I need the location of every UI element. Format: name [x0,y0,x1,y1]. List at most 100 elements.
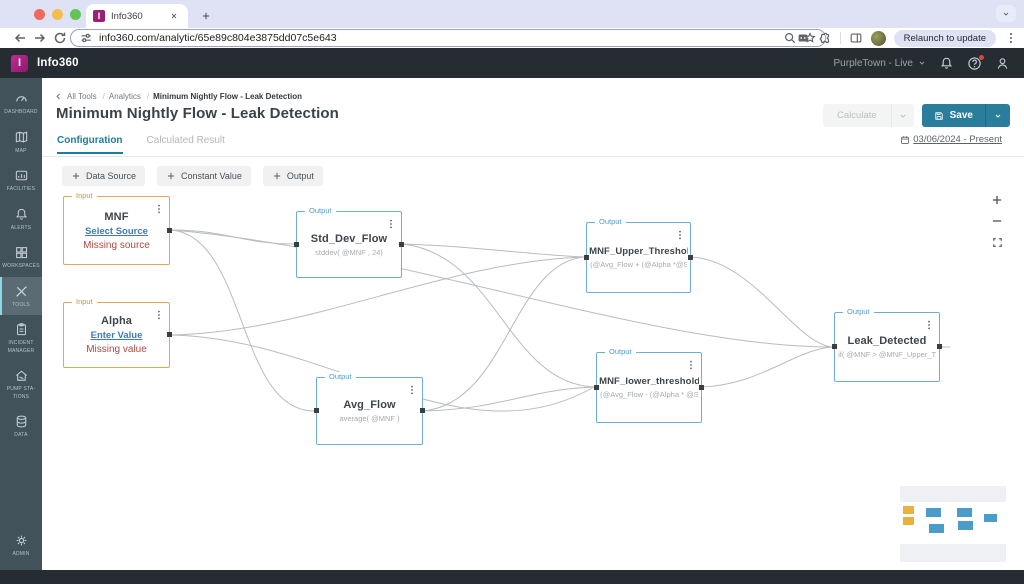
node-menu-kebab-icon[interactable] [674,228,686,242]
browser-extension-icon[interactable] [796,31,810,45]
select-source-link[interactable]: Select Source [85,226,148,237]
minimap-node-lower [958,521,973,530]
node-mnf[interactable]: Input MNF Select Source Missing source [63,191,172,265]
node-kind-label: Output [605,347,636,356]
node-mnf-upper-threshold[interactable]: Output MNF_Upper_Threshold (@Avg_Flow + … [584,217,693,293]
workspaces-grid-icon [15,247,27,259]
site-settings-icon[interactable] [79,31,93,45]
sidebar-item-label: INCIDENT MANAGER [7,340,35,354]
help-badge-dot [979,54,984,60]
info360-logo[interactable]: I [11,54,28,72]
sidebar-item-label: FACILITIES [6,186,36,192]
sidebar-item-tools[interactable]: TOOLS [0,276,42,315]
browser-profile-avatar[interactable] [870,30,886,46]
node-menu-kebab-icon[interactable] [153,202,165,216]
node-leak-detected[interactable]: Output Leak_Detected if( @MNF > @MNF_Upp… [832,307,942,382]
input-port[interactable] [294,241,299,247]
window-footer-bar [0,570,1024,584]
sidebar-item-dashboard[interactable]: DASHBOARD [0,84,42,123]
input-port[interactable] [584,254,589,260]
environment-selector[interactable]: PurpleTown - Live [834,58,926,69]
sidebar-item-label: TOOLS [12,301,30,308]
output-port[interactable] [688,254,693,260]
node-kind-label: Output [305,206,336,215]
window-minimize-button[interactable] [52,9,63,20]
window-close-button[interactable] [34,9,45,20]
zoom-in-button[interactable] [990,193,1004,207]
relaunch-to-update-button[interactable]: Relaunch to update [893,29,996,47]
minimap-node-alpha [903,517,914,525]
zoom-out-button[interactable] [990,214,1004,228]
output-port[interactable] [420,408,425,413]
sidebar-item-workspaces[interactable]: WORKSPACES [0,238,42,277]
extensions-puzzle-icon[interactable] [818,31,832,45]
sidebar-item-label: WORKSPACES [2,263,40,269]
browser-tab[interactable]: I Info360 [86,4,188,28]
node-menu-kebab-icon[interactable] [406,383,418,397]
node-std-dev-flow[interactable]: Output Std_Dev_Flow stddev( @MNF , 24) [294,206,404,278]
back-icon[interactable] [12,30,28,46]
sidebar-item-admin[interactable]: ADMIN [0,526,42,565]
user-account-icon[interactable] [995,56,1010,71]
input-port[interactable] [314,408,319,413]
output-port[interactable] [167,227,172,233]
chevron-down-icon [919,61,925,65]
sidebar-item-incident-manager[interactable]: INCIDENT MANAGER [0,315,42,361]
node-formula: if( @MNF > @MNF_Upper_Thr... [838,350,936,359]
browser-tabstrip: I Info360 [0,0,1024,28]
sidebar-item-pump-stations[interactable]: PUMP STA-TIONS [0,361,42,407]
incident-clipboard-icon [16,323,26,336]
edge-upper-leak [691,256,833,348]
node-alpha[interactable]: Input Alpha Enter Value Missing value [63,297,172,368]
sidebar-item-data[interactable]: DATA [0,407,42,446]
sidebar-item-map[interactable]: MAP [0,123,42,162]
output-port[interactable] [399,241,404,247]
sidebar-item-label: MAP [15,147,27,154]
edge-lower-leak [702,346,833,388]
output-port[interactable] [699,384,704,390]
forward-icon[interactable] [32,30,48,46]
sidebar-nav: DASHBOARD MAP FACILITIES ALERTS WORKSPAC… [0,78,42,570]
node-title: MNF_Upper_Threshold [589,246,688,257]
browser-toolbar-right: Relaunch to update [796,28,1018,48]
new-tab-button[interactable] [198,8,214,24]
alerts-bell-icon [15,208,27,220]
environment-label: PurpleTown - Live [833,57,913,69]
reload-icon[interactable] [52,30,68,46]
side-panel-icon[interactable] [849,31,863,45]
output-port[interactable] [167,332,172,337]
window-zoom-button[interactable] [70,9,81,20]
input-port[interactable] [594,384,599,390]
tools-icon [15,285,27,297]
node-title: Leak_Detected [847,335,927,347]
node-mnf-lower-threshold[interactable]: Output MNF_lower_threshold (@Avg_Flow - … [594,347,704,423]
sidebar-item-facilities[interactable]: FACILITIES [0,161,42,200]
canvas-minimap[interactable] [900,486,1006,562]
node-menu-kebab-icon[interactable] [923,318,935,332]
node-menu-kebab-icon[interactable] [685,358,697,372]
tab-close-icon[interactable] [167,9,181,23]
help-icon[interactable] [967,54,984,71]
enter-value-link[interactable]: Enter Value [91,330,143,341]
notifications-bell-icon[interactable] [939,56,954,71]
node-menu-kebab-icon[interactable] [153,308,165,322]
sidebar-item-alerts[interactable]: ALERTS [0,200,42,239]
minimap-node-stddev [926,508,941,517]
facilities-icon [15,170,27,181]
edge-mnf-avg [170,229,315,412]
fit-to-screen-button[interactable] [990,235,1004,249]
node-kind-label: Input [72,191,97,200]
minimap-node-avg [929,524,944,533]
tab-search-chevron-icon[interactable] [996,5,1016,22]
browser-menu-kebab-icon[interactable] [1004,31,1018,45]
url-text: info360.com/analytic/65e89c804e3875dd07c… [99,32,337,44]
node-avg-flow[interactable]: Output Avg_Flow average( @MNF ) [314,372,425,445]
output-port[interactable] [937,344,942,349]
input-port[interactable] [832,344,837,349]
minimap-node-upper [957,508,972,517]
minimap-viewport[interactable] [900,502,1006,544]
node-menu-kebab-icon[interactable] [385,217,397,231]
url-bar[interactable]: info360.com/analytic/65e89c804e3875dd07c… [70,29,826,47]
node-kind-label: Output [595,217,626,226]
